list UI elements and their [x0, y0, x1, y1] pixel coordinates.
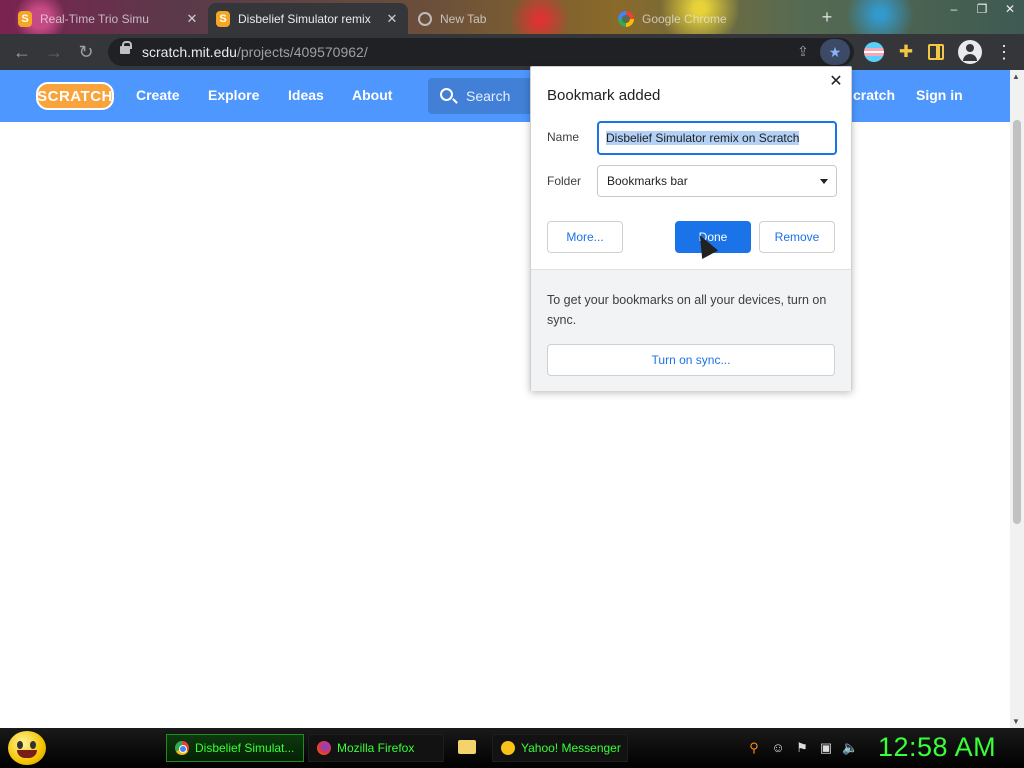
firefox-icon: [317, 741, 331, 755]
nav-sign-in[interactable]: Sign in: [916, 87, 963, 103]
scratch-logo[interactable]: SCRATCH: [36, 82, 114, 110]
google-favicon-icon: [618, 10, 634, 27]
share-icon[interactable]: ⇪: [794, 43, 812, 61]
tab-title: New Tab: [440, 11, 487, 26]
browser-toolbar: ← → ↻ scratch.mit.edu/projects/409570962…: [0, 34, 1024, 70]
name-label: Name: [547, 130, 580, 144]
taskbar: Disbelief Simulat... Mozilla Firefox Yah…: [0, 728, 1024, 768]
bookmark-added-dialog: Bookmark added ✕ Name Disbelief Simulato…: [530, 66, 852, 391]
maximize-icon[interactable]: ❐: [968, 0, 996, 18]
profile-avatar-icon[interactable]: [958, 40, 982, 64]
taskbar-item-label: Mozilla Firefox: [337, 741, 415, 755]
tab-new-tab[interactable]: New Tab: [410, 3, 608, 34]
lock-icon[interactable]: [120, 41, 132, 54]
sync-promo: To get your bookmarks on all your device…: [531, 269, 851, 391]
tab-disbelief-simulator[interactable]: S Disbelief Simulator remix ✕: [208, 3, 408, 34]
tab-close-icon[interactable]: ✕: [384, 11, 400, 27]
turn-on-sync-button[interactable]: Turn on sync...: [547, 344, 835, 376]
web-page: SCRATCH Create Explore Ideas About Searc…: [0, 70, 1010, 728]
close-window-icon[interactable]: ✕: [996, 0, 1024, 18]
search-tray-icon[interactable]: ⚲: [746, 740, 762, 756]
tab-close-icon[interactable]: ✕: [184, 11, 200, 27]
side-panel-icon[interactable]: [928, 44, 944, 60]
page-scrollbar[interactable]: ▲ ▼: [1010, 70, 1024, 728]
kebab-menu-icon[interactable]: ⋮: [994, 40, 1014, 64]
taskbar-item-yahoo-messenger[interactable]: Yahoo! Messenger: [492, 734, 628, 762]
extension-flag-icon[interactable]: [864, 42, 884, 62]
taskbar-clock[interactable]: 12:58 AM: [878, 732, 996, 763]
address-bar[interactable]: scratch.mit.edu/projects/409570962/ ⇪ ★: [108, 38, 854, 66]
flag-tray-icon[interactable]: ⚑: [794, 740, 810, 756]
scratch-favicon-icon: S: [18, 10, 32, 27]
chrome-icon: [175, 741, 189, 755]
window-controls: – ❐ ✕: [940, 0, 1024, 18]
more-button[interactable]: More...: [547, 221, 623, 253]
tab-title: Google Chrome: [642, 11, 727, 26]
scratch-navbar: SCRATCH Create Explore Ideas About Searc…: [0, 70, 1010, 122]
tab-real-time-trio[interactable]: S Real-Time Trio Simu ✕: [10, 3, 208, 34]
search-icon: [440, 88, 453, 101]
reload-icon[interactable]: ↻: [74, 40, 98, 64]
scratch-favicon-icon: S: [216, 10, 230, 27]
folder-icon[interactable]: [458, 740, 476, 754]
start-button-smiley-icon[interactable]: [8, 731, 46, 765]
nav-join-scratch[interactable]: cratch: [853, 87, 895, 103]
taskbar-item-label: Disbelief Simulat...: [195, 741, 295, 755]
bookmark-name-input[interactable]: Disbelief Simulator remix on Scratch: [597, 121, 837, 155]
scratch-search-input[interactable]: Search: [428, 78, 538, 114]
nav-about[interactable]: About: [352, 87, 392, 103]
url-host: scratch.mit.edu: [142, 44, 237, 60]
nav-create[interactable]: Create: [136, 87, 180, 103]
folder-select[interactable]: Bookmarks bar: [597, 165, 837, 197]
volume-icon[interactable]: 🔈: [842, 740, 858, 756]
search-placeholder: Search: [466, 88, 511, 104]
scroll-down-arrow-icon[interactable]: ▼: [1012, 717, 1020, 726]
scroll-thumb[interactable]: [1013, 120, 1021, 524]
nav-ideas[interactable]: Ideas: [288, 87, 324, 103]
url-text[interactable]: scratch.mit.edu/projects/409570962/: [142, 44, 368, 60]
tab-title: Real-Time Trio Simu: [40, 11, 149, 26]
taskbar-item-label: Yahoo! Messenger: [521, 741, 621, 755]
bookmark-star-icon[interactable]: ★: [820, 39, 850, 65]
dialog-title: Bookmark added: [547, 87, 661, 104]
url-path: /projects/409570962/: [236, 44, 368, 60]
remove-button[interactable]: Remove: [759, 221, 835, 253]
extensions-puzzle-icon[interactable]: ✚: [896, 42, 916, 62]
tab-google-chrome[interactable]: Google Chrome: [610, 3, 808, 34]
minimize-icon[interactable]: –: [940, 0, 968, 18]
chevron-down-icon: [820, 179, 828, 184]
new-tab-plus-icon[interactable]: +: [818, 8, 836, 26]
folder-value: Bookmarks bar: [607, 174, 688, 188]
tab-strip: S Real-Time Trio Simu ✕ S Disbelief Simu…: [0, 0, 1024, 34]
sync-promo-text: To get your bookmarks on all your device…: [547, 293, 827, 327]
network-tray-icon[interactable]: ▣: [818, 740, 834, 756]
taskbar-item-chrome[interactable]: Disbelief Simulat...: [166, 734, 304, 762]
chrome-favicon-icon: [418, 11, 432, 26]
folder-label: Folder: [547, 174, 582, 188]
forward-arrow-icon[interactable]: →: [42, 40, 66, 64]
taskbar-item-firefox[interactable]: Mozilla Firefox: [308, 734, 444, 762]
back-arrow-icon[interactable]: ←: [10, 40, 34, 64]
bookmark-name-value: Disbelief Simulator remix on Scratch: [606, 131, 800, 145]
messenger-tray-icon[interactable]: ☺: [770, 740, 786, 756]
nav-explore[interactable]: Explore: [208, 87, 259, 103]
yahoo-messenger-icon: [501, 741, 515, 755]
scroll-up-arrow-icon[interactable]: ▲: [1012, 72, 1020, 81]
close-icon[interactable]: ✕: [827, 73, 845, 91]
tab-title: Disbelief Simulator remix: [238, 11, 371, 26]
